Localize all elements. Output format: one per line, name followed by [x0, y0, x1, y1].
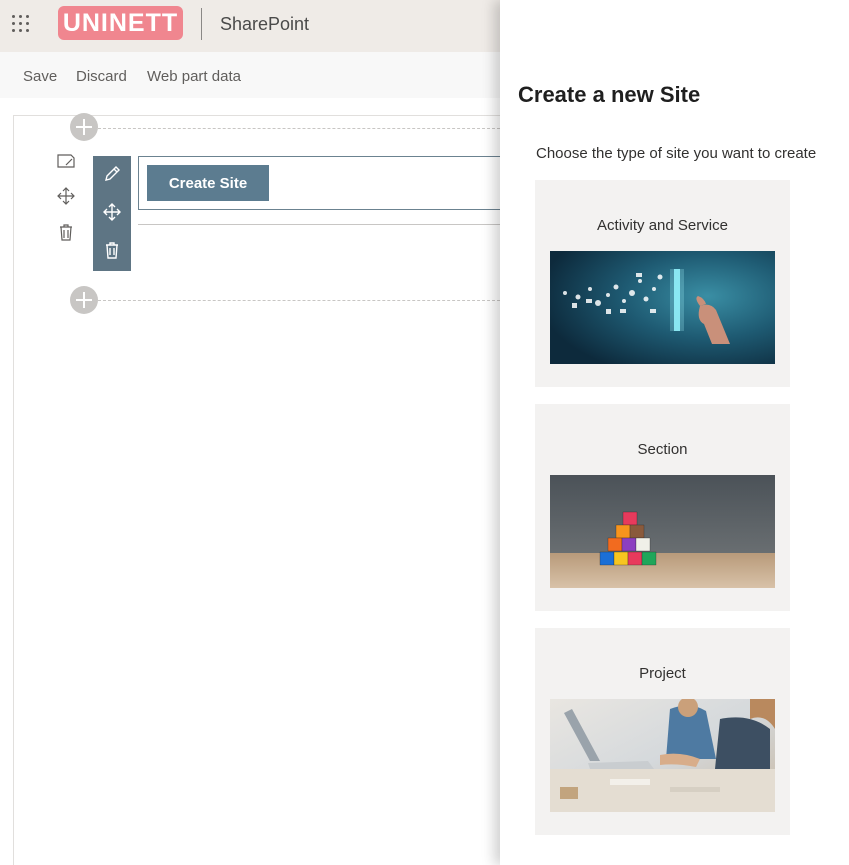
edit-web-part-icon[interactable] — [102, 164, 122, 184]
web-part-toolbar — [93, 156, 131, 271]
edit-section-icon[interactable] — [55, 150, 77, 172]
site-type-card-activity[interactable]: Activity and Service — [535, 180, 790, 387]
section-divider-bottom — [98, 300, 500, 301]
add-section-icon[interactable] — [70, 113, 98, 141]
delete-web-part-icon[interactable] — [102, 240, 122, 260]
site-type-label: Section — [637, 441, 688, 458]
colored-blocks-pyramid-image — [550, 475, 775, 588]
section-divider-top — [98, 128, 500, 129]
uninett-logo[interactable]: UNINETT — [58, 6, 183, 40]
discard-button[interactable]: Discard — [76, 68, 127, 85]
suite-divider — [201, 8, 202, 40]
create-site-panel: Create a new Site Choose the type of sit… — [500, 0, 849, 865]
create-site-button[interactable]: Create Site — [147, 165, 269, 201]
web-part-underline — [138, 224, 500, 225]
app-name[interactable]: SharePoint — [220, 14, 309, 35]
page-canvas — [13, 115, 500, 865]
move-web-part-icon[interactable] — [102, 202, 122, 222]
site-type-card-project[interactable]: Project — [535, 628, 790, 835]
add-section-icon[interactable] — [70, 286, 98, 314]
site-type-card-section[interactable]: Section — [535, 404, 790, 611]
panel-subtitle: Choose the type of site you want to crea… — [536, 145, 817, 162]
move-section-icon[interactable] — [55, 185, 77, 207]
panel-title: Create a new Site — [518, 82, 701, 107]
save-button[interactable]: Save — [23, 68, 57, 85]
web-part-data-button[interactable]: Web part data — [147, 68, 241, 85]
app-launcher-icon[interactable] — [11, 14, 31, 34]
site-type-label: Activity and Service — [597, 217, 728, 234]
digital-network-hand-image — [550, 251, 775, 364]
team-working-laptops-image — [550, 699, 775, 812]
site-type-label: Project — [639, 665, 686, 682]
delete-section-icon[interactable] — [55, 221, 77, 243]
